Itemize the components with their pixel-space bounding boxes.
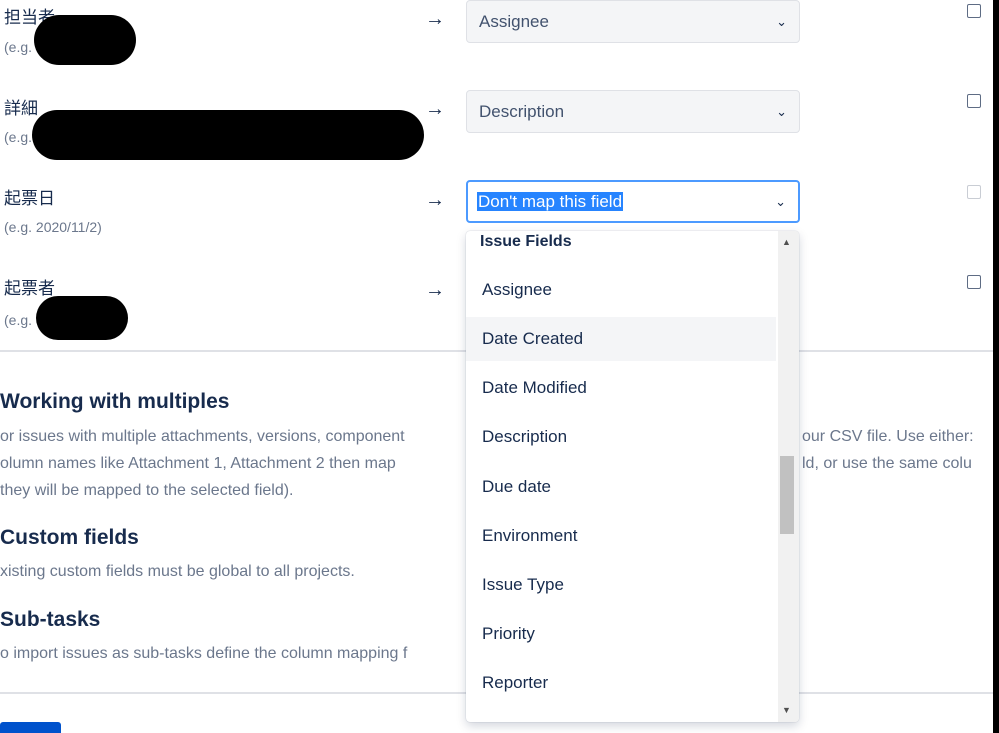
redaction-mark	[36, 296, 128, 340]
chevron-down-icon: ⌄	[776, 14, 787, 29]
select-value: Assignee	[479, 12, 549, 31]
checkbox[interactable]	[967, 275, 981, 289]
dropdown-option[interactable]: Date Modified	[466, 366, 776, 410]
paragraph-text: o import issues as sub-tasks define the …	[0, 645, 408, 662]
chevron-down-icon: ⌄	[775, 194, 786, 209]
section-heading-custom-fields: Custom fields	[0, 526, 139, 549]
select-value: Description	[479, 102, 565, 121]
redaction-mark	[34, 15, 136, 65]
dropdown-option[interactable]: Reporter	[466, 661, 776, 705]
page-scrollbar[interactable]	[993, 0, 999, 733]
section-heading-subtasks: Sub-tasks	[0, 608, 101, 631]
dropdown-option[interactable]: Date Created	[466, 317, 776, 361]
paragraph-text: they will be mapped to the selected fiel…	[0, 482, 294, 499]
paragraph-text: our CSV file. Use either:	[802, 428, 974, 445]
checkbox[interactable]	[967, 94, 981, 108]
field-example: (e.g.	[4, 39, 33, 55]
field-example: (e.g.	[4, 129, 33, 145]
dropdown-option[interactable]: Due date	[466, 465, 776, 509]
dropdown-option[interactable]: Assignee	[466, 268, 776, 312]
primary-button[interactable]	[0, 722, 61, 733]
dropdown-option[interactable]: Description	[466, 415, 776, 459]
dropdown-option[interactable]: Environment	[466, 514, 776, 558]
field-dropdown-menu: Issue Fields Assignee Date Created Date …	[466, 231, 799, 722]
dropdown-option[interactable]: Issue Type	[466, 563, 776, 607]
field-label-created-date-jp: 起票日	[4, 189, 55, 208]
select-value: Don't map this field	[477, 192, 624, 211]
field-label-reporter-jp: 起票者	[4, 279, 55, 298]
arrow-icon: →	[425, 98, 445, 120]
field-example: (e.g.	[4, 312, 33, 328]
dropdown-group-label: Issue Fields	[480, 233, 572, 250]
mapping-select-description[interactable]: Description ⌄	[466, 90, 800, 133]
paragraph-text: xisting custom fields must be global to …	[0, 563, 355, 580]
checkbox[interactable]	[967, 4, 981, 18]
paragraph-text: or issues with multiple attachments, ver…	[0, 428, 405, 445]
paragraph-text: ld, or use the same colu	[802, 455, 972, 472]
field-label-description-jp: 詳細	[4, 99, 38, 118]
redaction-mark	[32, 110, 424, 160]
mapping-select-assignee[interactable]: Assignee ⌄	[466, 0, 800, 43]
paragraph-text: olumn names like Attachment 1, Attachmen…	[0, 455, 396, 472]
field-example: (e.g. 2020/11/2)	[4, 219, 102, 235]
arrow-icon: →	[425, 189, 445, 211]
scroll-up-icon[interactable]: ▲	[782, 237, 791, 247]
chevron-down-icon: ⌄	[776, 104, 787, 119]
scrollbar-thumb[interactable]	[780, 456, 794, 534]
scroll-down-icon[interactable]: ▼	[782, 705, 791, 715]
section-heading-multiples: Working with multiples	[0, 390, 230, 413]
checkbox	[967, 185, 981, 199]
mapping-select-created-date[interactable]: Don't map this field ⌄	[466, 180, 800, 223]
arrow-icon: →	[425, 8, 445, 30]
dropdown-option[interactable]: Priority	[466, 612, 776, 656]
dropdown-scrollbar[interactable]: ▲ ▼	[778, 231, 799, 722]
arrow-icon: →	[425, 279, 445, 301]
